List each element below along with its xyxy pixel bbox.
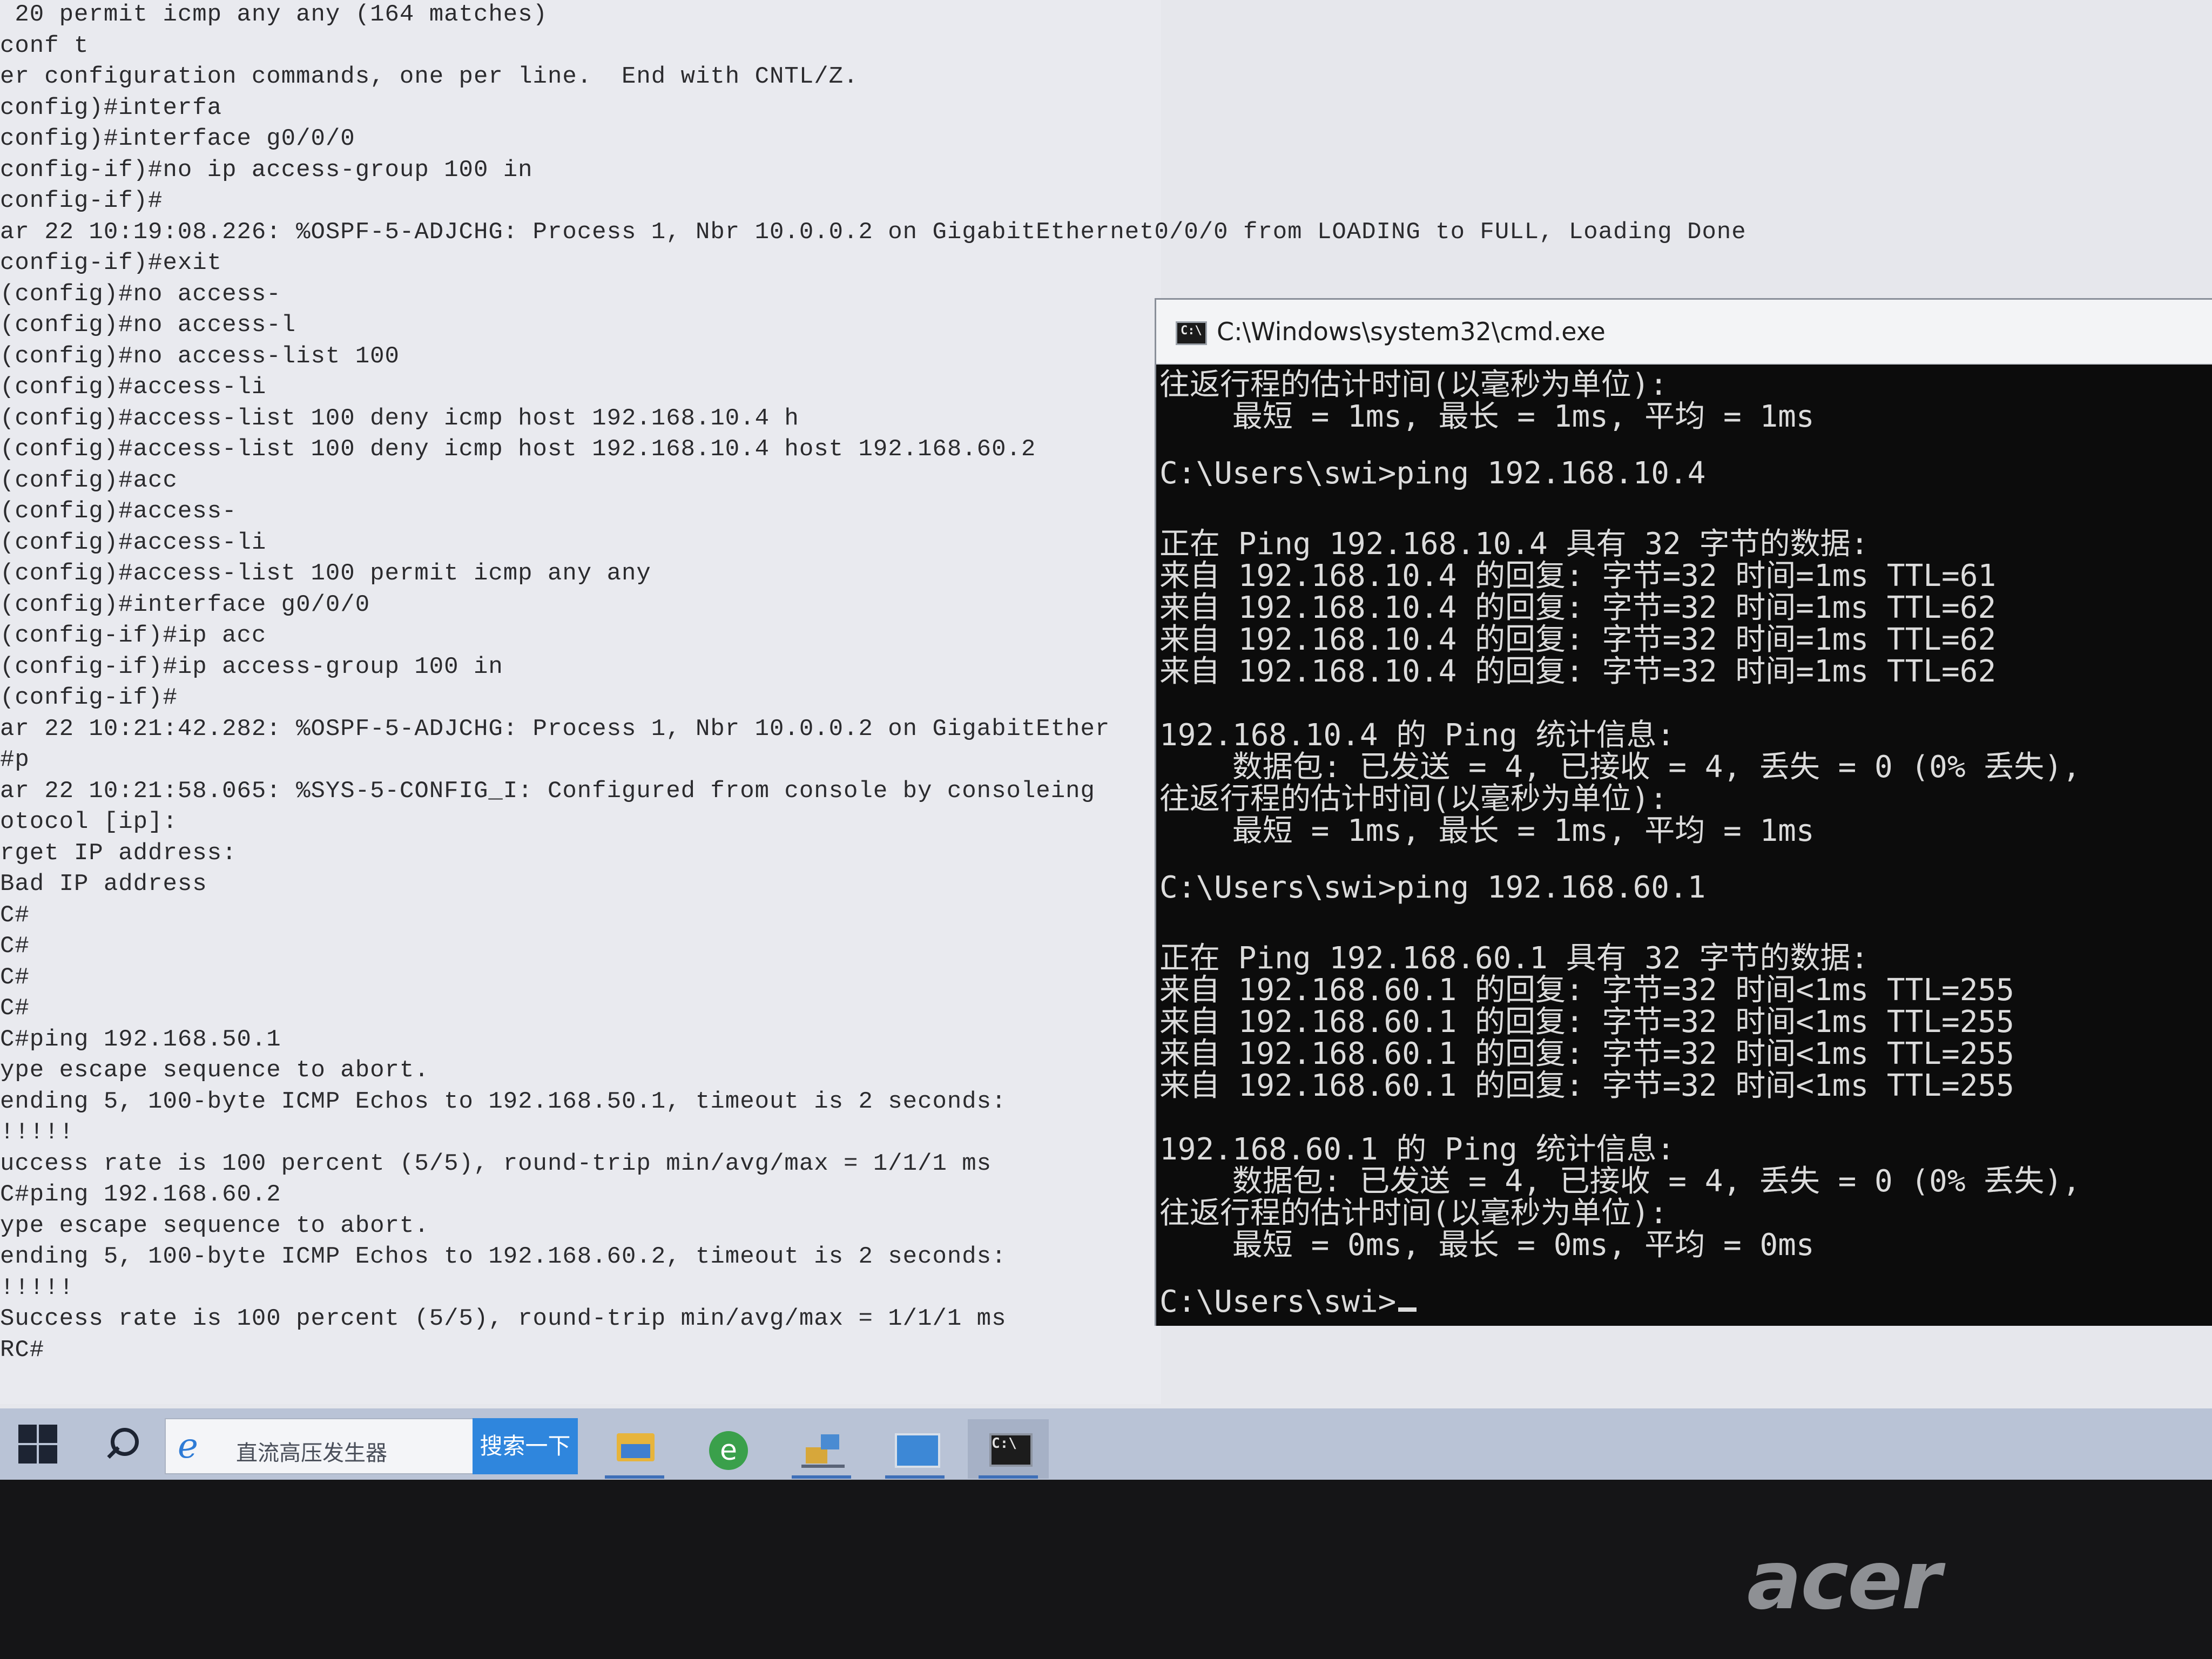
cmd-line: 最短 = 1ms, 最长 = 1ms, 平均 = 1ms [1159,399,1815,434]
terminal-line: config)#interface g0/0/0 [0,125,355,152]
terminal-line: conf t [0,32,89,59]
terminal-line: (config)#access-list 100 permit icmp any… [0,560,651,587]
search-icon[interactable] [100,1422,143,1466]
cmd-line: 来自 192.168.60.1 的回复: 字节=32 时间<1ms TTL=25… [1159,1068,2014,1103]
cmd-line: C:\Users\swi>ping 192.168.60.1 [1159,870,1706,905]
terminal-line: config-if)#exit [0,249,222,276]
browser-icon[interactable]: e [687,1419,768,1479]
search-placeholder: 直流高压发生器 [236,1441,387,1466]
cmd-line: C:\Users\swi> [1159,1284,1417,1319]
terminal-icon[interactable]: C:\ [968,1419,1049,1479]
terminal-line: C# [0,933,30,960]
cmd-line: 来自 192.168.10.4 的回复: 字节=32 时间=1ms TTL=62 [1159,654,1997,689]
terminal-line: Success rate is 100 percent (5/5), round… [0,1305,1007,1332]
terminal-line: ar 22 10:21:58.065: %SYS-5-CONFIG_I: Con… [0,777,1095,805]
terminal-line: er configuration commands, one per line.… [0,63,859,90]
terminal-line: C#ping 192.168.50.1 [0,1026,281,1053]
monitor-screen: 20 permit icmp any any (164 matches) conf… [0,0,2212,1480]
terminal-line: !!!!! [0,1274,75,1301]
terminal-line: (config)#access- [0,498,237,525]
terminal-line: config-if)#no ip access-group 100 in [0,156,533,184]
terminal-line: config)#interfa [0,94,222,122]
terminal-line: rget IP address: [0,839,237,867]
terminal-line: (config-if)#ip access-group 100 in [0,653,503,680]
terminal-line: C# [0,901,30,929]
terminal-line: 20 permit icmp any any (164 matches) [0,1,548,28]
cmd-line: 最短 = 1ms, 最长 = 1ms, 平均 = 1ms [1159,813,1815,848]
search-submit-button[interactable]: 搜索一下 [473,1418,578,1474]
terminal-line: ending 5, 100-byte ICMP Echos to 192.168… [0,1243,1007,1270]
terminal-line: ype escape sequence to abort. [0,1212,429,1239]
cmd-titlebar[interactable]: C:\ C:\Windows\system32\cmd.exe [1156,300,2212,365]
cmd-title: C:\Windows\system32\cmd.exe [1217,317,1606,346]
acer-logo: acer [1747,1534,1941,1628]
terminal-line: Bad IP address [0,871,207,898]
terminal-line: (config)#acc [0,467,178,494]
windows-start-icon[interactable] [16,1422,59,1466]
router-terminal[interactable]: 20 permit icmp any any (164 matches) conf… [0,0,1746,1404]
terminal-line: (config)#interface g0/0/0 [0,591,370,618]
terminal-line: (config-if)# [0,684,178,711]
cmd-icon: C:\ [1176,321,1207,345]
terminal-line: config-if)# [0,187,163,214]
cmd-window[interactable]: C:\ C:\Windows\system32\cmd.exe 往返行程的估计时… [1155,298,2212,1326]
terminal-line: (config)#access-li [0,374,267,401]
terminal-line: (config)#no access-l [0,312,296,339]
terminal-line: ending 5, 100-byte ICMP Echos to 192.168… [0,1088,1007,1115]
terminal-line: (config)#access-li [0,529,267,556]
monitor-app-icon[interactable] [874,1419,955,1479]
terminal-line: ar 22 10:21:42.282: %OSPF-5-ADJCHG: Proc… [0,715,1110,743]
terminal-line: uccess rate is 100 percent (5/5), round-… [0,1150,992,1177]
terminal-line: (config)#access-list 100 deny icmp host … [0,436,1036,463]
file-explorer-icon[interactable] [594,1419,675,1479]
terminal-line: (config-if)#ip acc [0,622,267,649]
cmd-line: 最短 = 0ms, 最长 = 0ms, 平均 = 0ms [1159,1228,1815,1263]
text-cursor [1398,1307,1417,1312]
terminal-line: ype escape sequence to abort. [0,1057,429,1084]
terminal-line: (config)#no access-list 100 [0,342,400,370]
terminal-line: C#ping 192.168.60.2 [0,1181,281,1208]
terminal-line: otocol [ip]: [0,808,178,835]
terminal-line: !!!!! [0,1119,75,1146]
terminal-line: #p [0,746,30,773]
terminal-line: C# [0,963,30,991]
terminal-line: (config)#no access- [0,280,281,308]
taskbar: e 直流高压发生器 搜索一下 e C:\ [0,1408,2212,1480]
ie-icon: e [178,1426,198,1466]
cmd-output[interactable]: 往返行程的估计时间(以毫秒为单位): 最短 = 1ms, 最长 = 1ms, 平… [1156,363,2212,1326]
terminal-line: ar 22 10:19:08.226: %OSPF-5-ADJCHG: Proc… [0,218,1746,246]
cmd-line: C:\Users\swi>ping 192.168.10.4 [1159,456,1706,491]
terminal-line: (config)#access-list 100 deny icmp host … [0,404,799,432]
terminal-line: C# [0,995,30,1022]
terminal-line: RC# [0,1336,45,1364]
taskbar-search-input[interactable]: e 直流高压发生器 [165,1418,475,1474]
network-tool-icon[interactable] [781,1419,862,1479]
